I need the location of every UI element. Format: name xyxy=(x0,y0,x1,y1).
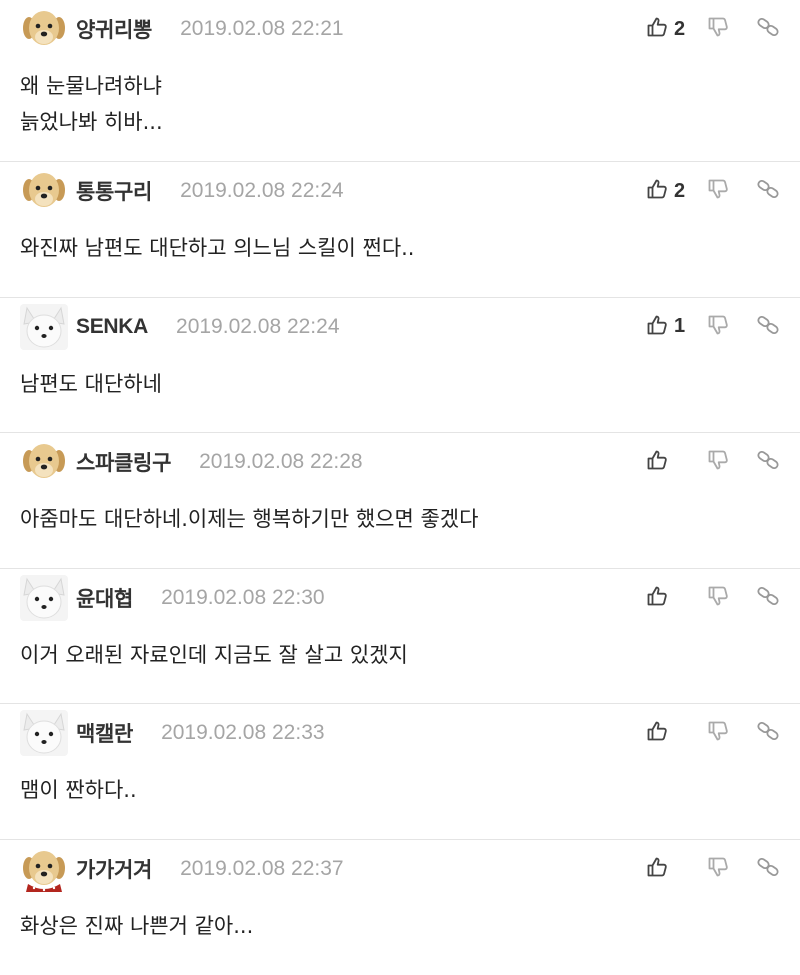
comment-actions xyxy=(646,439,780,485)
dislike-button[interactable] xyxy=(694,13,744,45)
link-icon xyxy=(756,313,780,341)
comment-timestamp: 2019.02.08 22:37 xyxy=(180,857,344,881)
like-button[interactable]: 2 xyxy=(646,175,694,207)
comment-timestamp: 2019.02.08 22:30 xyxy=(161,586,325,610)
comment-timestamp: 2019.02.08 22:28 xyxy=(199,450,363,474)
comment-author[interactable]: 맥캘란 xyxy=(76,718,133,748)
like-button[interactable] xyxy=(646,853,694,885)
thumbs-down-icon xyxy=(707,313,731,341)
thumbs-down-icon xyxy=(707,448,731,476)
comment-timestamp: 2019.02.08 22:21 xyxy=(180,17,344,41)
thumbs-down-icon xyxy=(707,15,731,43)
comment-item: 윤대협 2019.02.08 22:30 이거 오래된 자료인데 지금도 잘 살고 … xyxy=(0,569,800,705)
avatar[interactable] xyxy=(20,304,68,350)
thumbs-up-icon xyxy=(646,719,670,747)
comment-actions: 2 xyxy=(646,6,780,52)
dislike-button[interactable] xyxy=(694,175,744,207)
comment-text: 맴이 짠하다.. xyxy=(20,772,780,808)
share-link-button[interactable] xyxy=(744,853,780,885)
dislike-button[interactable] xyxy=(694,311,744,343)
comment-text: 남편도 대단하네 xyxy=(20,366,780,402)
comment-author[interactable]: 가가거겨 xyxy=(76,854,152,884)
dislike-button[interactable] xyxy=(694,582,744,614)
avatar[interactable] xyxy=(20,575,68,621)
share-link-button[interactable] xyxy=(744,717,780,749)
share-link-button[interactable] xyxy=(744,311,780,343)
comment-author[interactable]: 통통구리 xyxy=(76,176,152,206)
like-count: 2 xyxy=(674,180,685,203)
comment-actions: 2 xyxy=(646,168,780,214)
avatar[interactable] xyxy=(20,6,68,52)
comment-text: 와진짜 남편도 대단하고 의느님 스킬이 쩐다.. xyxy=(20,230,780,266)
like-count: 2 xyxy=(674,18,685,41)
comment-header: 스파클링구 2019.02.08 22:28 xyxy=(20,439,780,485)
comment-header: SENKA 2019.02.08 22:24 1 xyxy=(20,304,780,350)
link-icon xyxy=(756,855,780,883)
like-button[interactable]: 1 xyxy=(646,311,694,343)
comment-header: 윤대협 2019.02.08 22:30 xyxy=(20,575,780,621)
comment-actions: 1 xyxy=(646,304,780,350)
like-count: 1 xyxy=(674,315,685,338)
link-icon xyxy=(756,584,780,612)
thumbs-up-icon xyxy=(646,448,670,476)
like-button[interactable] xyxy=(646,446,694,478)
link-icon xyxy=(756,177,780,205)
comment-text: 왜 눈물나려하냐 늙었나봐 히바... xyxy=(20,68,780,140)
comment-header: 맥캘란 2019.02.08 22:33 xyxy=(20,710,780,756)
comment-item: 통통구리 2019.02.08 22:24 2 와진짜 남편도 대단하고 의느님 스킬… xyxy=(0,162,800,298)
comment-timestamp: 2019.02.08 22:24 xyxy=(176,315,340,339)
comment-list: 양귀리뽕 2019.02.08 22:21 2 왜 눈물나려하냐 늙었나봐 히바...… xyxy=(0,0,800,975)
comment-text: 화상은 진짜 나쁜거 같아... xyxy=(20,908,780,944)
share-link-button[interactable] xyxy=(744,175,780,207)
thumbs-down-icon xyxy=(707,177,731,205)
dislike-button[interactable] xyxy=(694,717,744,749)
thumbs-down-icon xyxy=(707,584,731,612)
comment-item: 맥캘란 2019.02.08 22:33 맴이 짠하다.. xyxy=(0,704,800,840)
avatar[interactable] xyxy=(20,846,68,892)
link-icon xyxy=(756,448,780,476)
comment-item: 양귀리뽕 2019.02.08 22:21 2 왜 눈물나려하냐 늙었나봐 히바... xyxy=(0,0,800,162)
share-link-button[interactable] xyxy=(744,13,780,45)
comment-author[interactable]: 양귀리뽕 xyxy=(76,14,152,44)
comment-text: 아줌마도 대단하네.이제는 행복하기만 했으면 좋겠다 xyxy=(20,501,780,537)
comment-header: 가가거겨 2019.02.08 22:37 xyxy=(20,846,780,892)
thumbs-down-icon xyxy=(707,719,731,747)
link-icon xyxy=(756,719,780,747)
avatar[interactable] xyxy=(20,168,68,214)
thumbs-up-icon xyxy=(646,15,670,43)
thumbs-up-icon xyxy=(646,855,670,883)
like-button[interactable] xyxy=(646,717,694,749)
comment-timestamp: 2019.02.08 22:24 xyxy=(180,179,344,203)
thumbs-up-icon xyxy=(646,177,670,205)
comment-actions xyxy=(646,710,780,756)
comment-header: 통통구리 2019.02.08 22:24 2 xyxy=(20,168,780,214)
comment-item: 스파클링구 2019.02.08 22:28 아줌마도 대단하네.이제는 행복하기만… xyxy=(0,433,800,569)
thumbs-up-icon xyxy=(646,313,670,341)
comment-item: 가가거겨 2019.02.08 22:37 화상은 진짜 나쁜거 같아... xyxy=(0,840,800,975)
comment-author[interactable]: SENKA xyxy=(76,315,148,339)
like-button[interactable]: 2 xyxy=(646,13,694,45)
share-link-button[interactable] xyxy=(744,582,780,614)
comment-author[interactable]: 윤대협 xyxy=(76,583,133,613)
avatar[interactable] xyxy=(20,439,68,485)
comment-author[interactable]: 스파클링구 xyxy=(76,447,171,477)
comment-header: 양귀리뽕 2019.02.08 22:21 2 xyxy=(20,6,780,52)
comment-timestamp: 2019.02.08 22:33 xyxy=(161,721,325,745)
comment-actions xyxy=(646,846,780,892)
thumbs-down-icon xyxy=(707,855,731,883)
dislike-button[interactable] xyxy=(694,853,744,885)
like-button[interactable] xyxy=(646,582,694,614)
link-icon xyxy=(756,15,780,43)
thumbs-up-icon xyxy=(646,584,670,612)
comment-item: SENKA 2019.02.08 22:24 1 남편도 대단하네 xyxy=(0,298,800,434)
comment-text: 이거 오래된 자료인데 지금도 잘 살고 있겠지 xyxy=(20,637,780,673)
avatar[interactable] xyxy=(20,710,68,756)
comment-actions xyxy=(646,575,780,621)
dislike-button[interactable] xyxy=(694,446,744,478)
share-link-button[interactable] xyxy=(744,446,780,478)
